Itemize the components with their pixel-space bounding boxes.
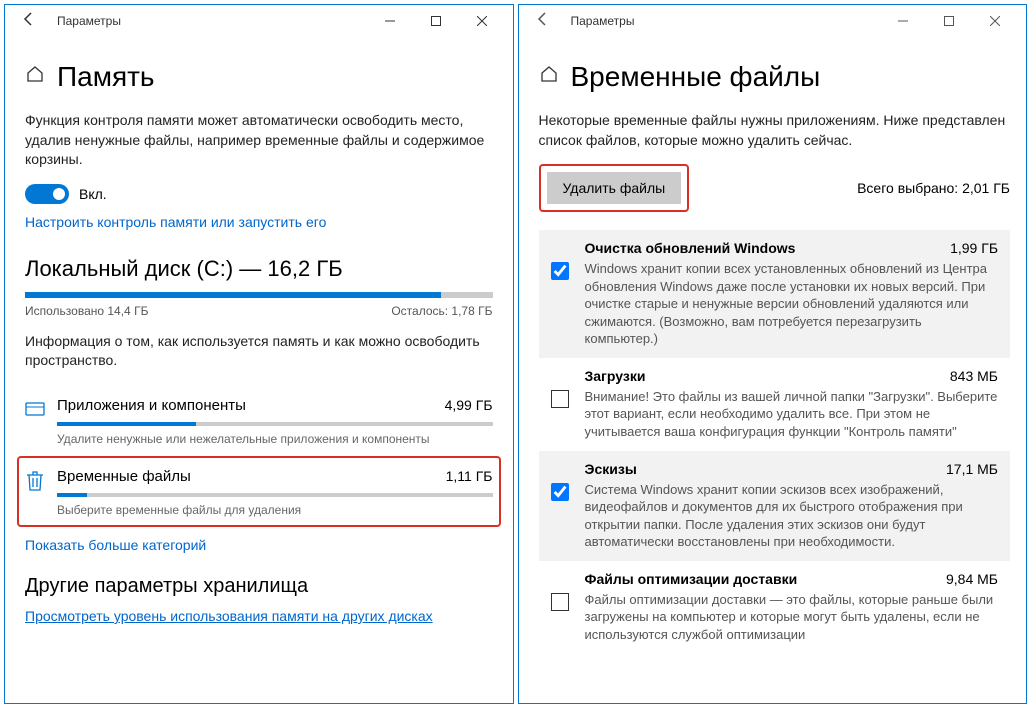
category-desc: Выберите временные файлы для удаления: [57, 503, 493, 517]
apps-icon: [25, 397, 57, 424]
minimize-button[interactable]: [880, 5, 926, 37]
show-more-categories-link[interactable]: Показать больше категорий: [25, 537, 206, 553]
back-button[interactable]: [13, 11, 45, 32]
temp-file-desc: Система Windows хранит копии эскизов все…: [585, 481, 999, 551]
temp-file-size: 17,1 МБ: [946, 461, 998, 477]
temp-file-size: 843 МБ: [950, 368, 998, 384]
temp-file-item: Файлы оптимизации доставки 9,84 МБ Файлы о…: [539, 561, 1011, 654]
temp-file-name: Эскизы: [585, 461, 637, 477]
titlebar: Параметры: [5, 5, 513, 37]
disk-info-text: Информация о том, как используется памят…: [25, 332, 493, 371]
total-selected: Всего выбрано: 2,01 ГБ: [857, 180, 1010, 196]
temp-file-checkbox[interactable]: [551, 593, 569, 611]
local-disk-title: Локальный диск (C:) — 16,2 ГБ: [25, 256, 493, 282]
back-button[interactable]: [527, 11, 559, 32]
category-temp-files[interactable]: Временные файлы 1,11 ГБ Выберите временн…: [25, 462, 493, 521]
page-title: Память: [57, 61, 155, 93]
category-desc: Удалите ненужные или нежелательные прило…: [57, 432, 493, 446]
settings-temp-files-window: Параметры Временные файлы Неко: [518, 4, 1028, 704]
temp-file-checkbox[interactable]: [551, 390, 569, 408]
highlight-temp-files: Временные файлы 1,11 ГБ Выберите временн…: [17, 456, 501, 527]
category-size: 4,99 ГБ: [445, 397, 493, 413]
disk-usage-bar: [25, 292, 493, 298]
temp-file-item: Очистка обновлений Windows 1,99 ГБ Windows…: [539, 230, 1011, 358]
category-name: Приложения и компоненты: [57, 397, 246, 414]
temp-file-item: Загрузки 843 МБ Внимание! Это файлы из ваш…: [539, 358, 1011, 451]
temp-file-item: Эскизы 17,1 МБ Система Windows хранит копи…: [539, 451, 1011, 561]
close-button[interactable]: [972, 5, 1018, 37]
page-header: Память: [25, 61, 493, 93]
window-title: Параметры: [45, 14, 367, 28]
intro-text: Некоторые временные файлы нужны приложен…: [539, 111, 1011, 150]
storage-sense-toggle[interactable]: [25, 184, 69, 204]
page-title: Временные файлы: [571, 61, 821, 93]
window-title: Параметры: [559, 14, 881, 28]
temp-file-size: 1,99 ГБ: [950, 240, 998, 256]
temp-file-size: 9,84 МБ: [946, 571, 998, 587]
temp-file-name: Очистка обновлений Windows: [585, 240, 796, 256]
temp-file-desc: Файлы оптимизации доставки — это файлы, …: [585, 591, 999, 644]
highlight-delete-button: Удалить файлы: [539, 164, 690, 212]
close-button[interactable]: [459, 5, 505, 37]
temp-file-name: Загрузки: [585, 368, 646, 384]
temp-file-checkbox[interactable]: [551, 262, 569, 280]
page-header: Временные файлы: [539, 61, 1011, 93]
disk-remaining: Осталось: 1,78 ГБ: [391, 304, 492, 318]
temp-file-desc: Windows хранит копии всех установленных …: [585, 260, 999, 348]
toggle-label: Вкл.: [79, 186, 107, 202]
minimize-button[interactable]: [367, 5, 413, 37]
disk-used: Использовано 14,4 ГБ: [25, 304, 148, 318]
temp-file-checkbox[interactable]: [551, 483, 569, 501]
configure-storage-sense-link[interactable]: Настроить контроль памяти или запустить …: [25, 214, 326, 230]
view-other-disks-link[interactable]: Просмотреть уровень использования памяти…: [25, 608, 433, 624]
temp-file-name: Файлы оптимизации доставки: [585, 571, 798, 587]
maximize-button[interactable]: [926, 5, 972, 37]
trash-icon: [25, 468, 57, 497]
category-apps[interactable]: Приложения и компоненты 4,99 ГБ Удалите …: [25, 385, 493, 454]
home-icon[interactable]: [25, 64, 45, 90]
temp-file-desc: Внимание! Это файлы из вашей личной папк…: [585, 388, 999, 441]
titlebar: Параметры: [519, 5, 1027, 37]
maximize-button[interactable]: [413, 5, 459, 37]
category-name: Временные файлы: [57, 468, 191, 485]
intro-text: Функция контроля памяти может автоматиче…: [25, 111, 493, 170]
home-icon[interactable]: [539, 64, 559, 90]
temp-files-list: Очистка обновлений Windows 1,99 ГБ Windows…: [539, 230, 1011, 653]
delete-files-button[interactable]: Удалить файлы: [547, 172, 682, 204]
settings-storage-window: Параметры Память Функция контр: [4, 4, 514, 704]
other-storage-title: Другие параметры хранилища: [25, 575, 493, 598]
category-size: 1,11 ГБ: [446, 468, 493, 484]
